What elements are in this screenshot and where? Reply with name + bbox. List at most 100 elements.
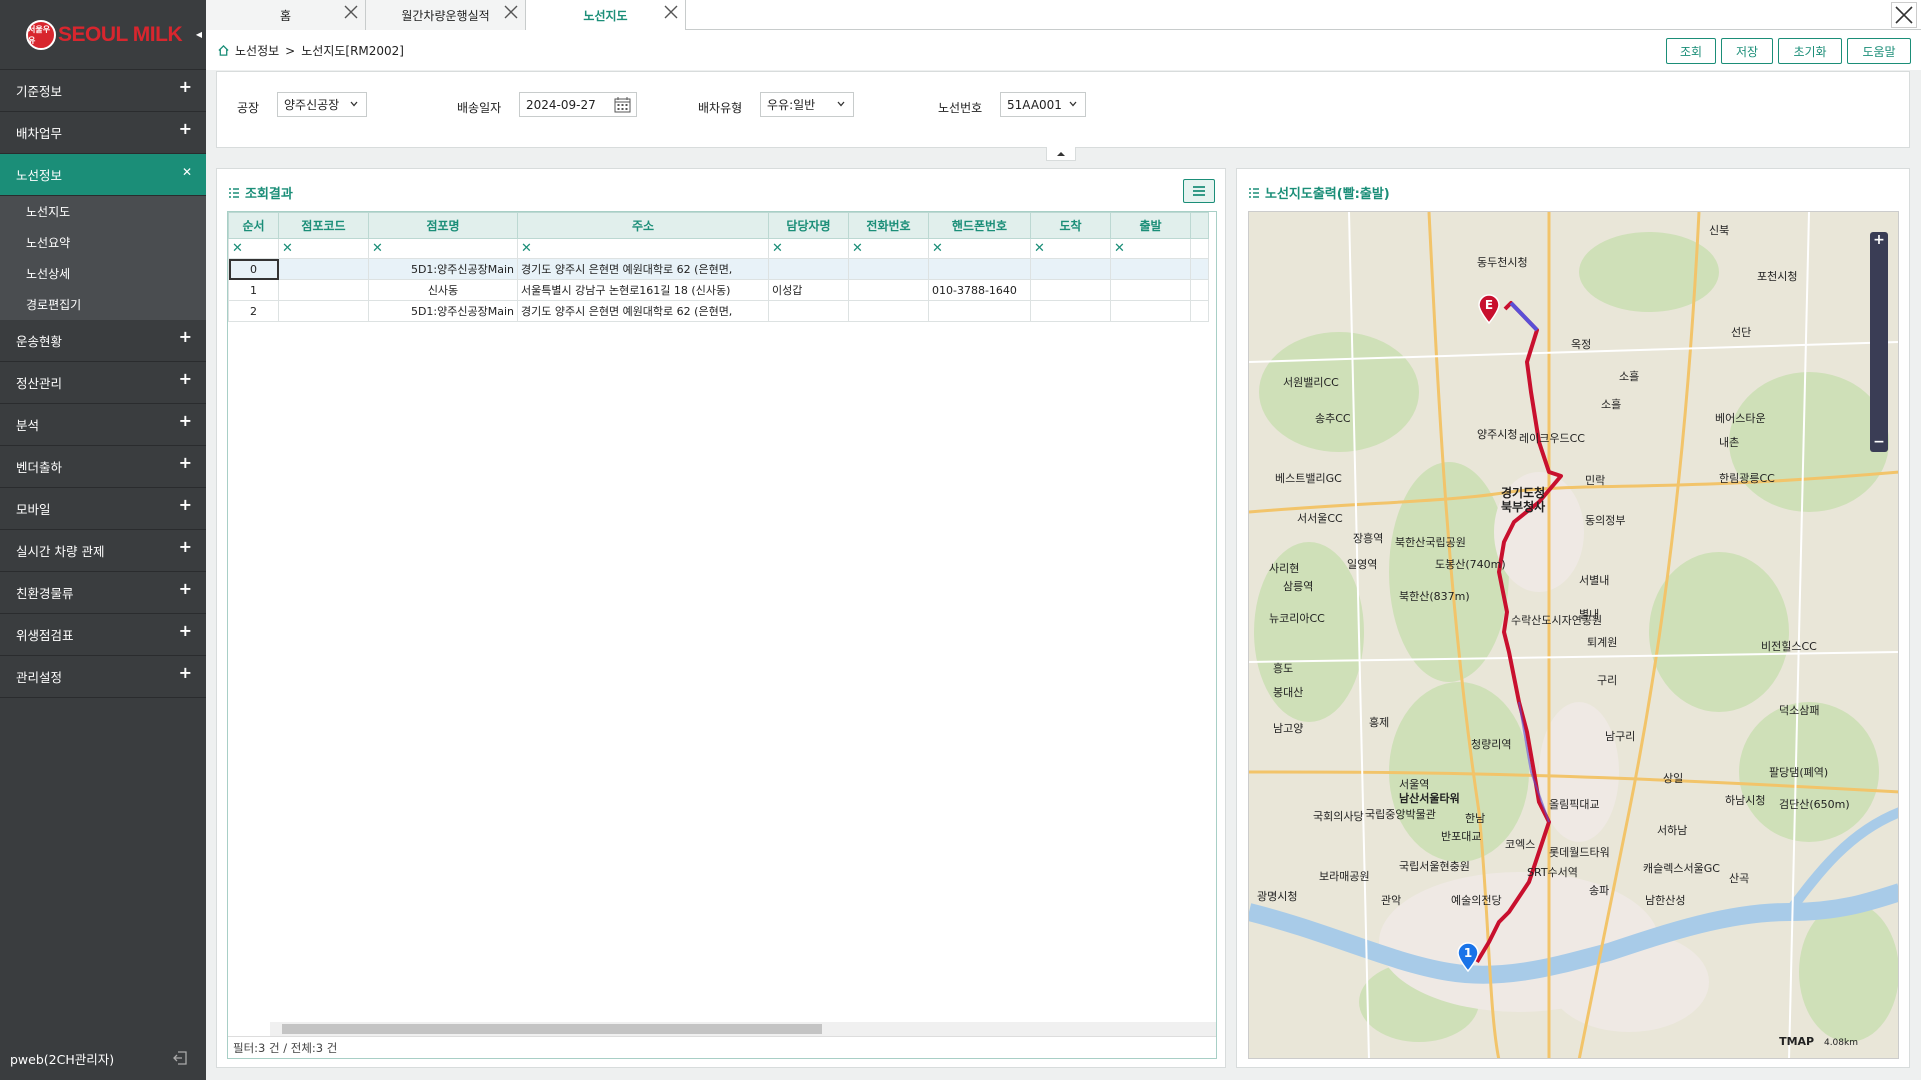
- zoom-out-button[interactable]: −: [1870, 434, 1888, 450]
- cell-address[interactable]: 경기도 양주시 은현면 예원대학로 62 (은현면,: [517, 300, 769, 322]
- table-row[interactable]: 0 5D1:양주신공장Main 경기도 양주시 은현면 예원대학로 62 (은현…: [228, 258, 1209, 280]
- filter-cell-manager[interactable]: ✕: [768, 238, 849, 259]
- help-button[interactable]: 도움말: [1847, 38, 1911, 64]
- map-zoom-control[interactable]: + −: [1870, 232, 1888, 452]
- filter-cell-seq[interactable]: ✕: [228, 238, 279, 259]
- route-map[interactable]: E 1 동두천시청 포천시청 신북 선단 옥정 소흘 서원밸리CC 송추CC 소…: [1248, 211, 1899, 1059]
- menu-item-base-info[interactable]: 기준정보 +: [0, 70, 206, 112]
- submenu-item-route-summary[interactable]: 노선요약: [0, 227, 206, 258]
- cell-departure[interactable]: [1110, 300, 1191, 322]
- menu-item-transport-status[interactable]: 운송현황 +: [0, 320, 206, 362]
- filter-cell-departure[interactable]: ✕: [1110, 238, 1191, 259]
- cell-mobile[interactable]: [928, 300, 1031, 322]
- submenu-item-route-map[interactable]: 노선지도: [0, 196, 206, 227]
- map-label: 국립중앙박물관: [1365, 808, 1436, 821]
- horizontal-scrollbar[interactable]: [270, 1022, 1216, 1036]
- zoom-in-button[interactable]: +: [1870, 232, 1888, 248]
- filter-cell-mobile[interactable]: ✕: [928, 238, 1031, 259]
- menu-item-mobile[interactable]: 모바일 +: [0, 488, 206, 530]
- map-label: 베어스타운: [1715, 412, 1766, 425]
- close-all-tabs-button[interactable]: [1891, 2, 1917, 28]
- cell-mobile[interactable]: 010-3788-1640: [928, 279, 1031, 301]
- data-grid[interactable]: 순서 점포코드 점포명 주소 담당자명 전화번호 핸드폰번호 도착 출발 ✕ ✕…: [227, 211, 1217, 1059]
- close-tab-icon[interactable]: [503, 4, 519, 20]
- delivery-date-input[interactable]: 2024-09-27: [519, 92, 637, 117]
- tab-monthly-vehicle[interactable]: 월간차량운행실적: [366, 0, 526, 30]
- home-icon[interactable]: [218, 45, 229, 56]
- menu-item-route-info[interactable]: 노선정보 ✕: [0, 154, 206, 196]
- filter-cell-store-name[interactable]: ✕: [368, 238, 518, 259]
- submenu-item-route-editor[interactable]: 경로편집기: [0, 289, 206, 320]
- filter-cell-phone[interactable]: ✕: [848, 238, 929, 259]
- start-marker[interactable]: 1: [1456, 942, 1480, 972]
- cell-phone[interactable]: [848, 279, 929, 301]
- menu-item-settlement[interactable]: 정산관리 +: [0, 362, 206, 404]
- cell-manager[interactable]: 이성갑: [768, 279, 849, 301]
- cell-seq[interactable]: 1: [228, 279, 279, 301]
- cell-store-code[interactable]: [278, 300, 369, 322]
- grid-options-button[interactable]: [1183, 179, 1215, 203]
- breadcrumb-parent[interactable]: 노선정보: [235, 42, 279, 59]
- save-button[interactable]: 저장: [1721, 38, 1773, 64]
- col-header-manager[interactable]: 담당자명: [768, 212, 849, 239]
- tab-home[interactable]: 홈: [206, 0, 366, 30]
- calendar-icon[interactable]: [614, 97, 631, 113]
- col-header-store-code[interactable]: 점포코드: [278, 212, 369, 239]
- col-header-arrival[interactable]: 도착: [1030, 212, 1111, 239]
- cell-seq[interactable]: 0: [228, 258, 279, 280]
- tab-route-map[interactable]: 노선지도: [526, 0, 686, 30]
- cell-arrival[interactable]: [1030, 258, 1111, 280]
- cell-store-name[interactable]: 5D1:양주신공장Main: [368, 258, 518, 280]
- search-button[interactable]: 조회: [1666, 38, 1716, 64]
- cell-departure[interactable]: [1110, 279, 1191, 301]
- cell-address[interactable]: 경기도 양주시 은현면 예원대학로 62 (은현면,: [517, 258, 769, 280]
- col-header-mobile[interactable]: 핸드폰번호: [928, 212, 1031, 239]
- map-label: 남구리: [1605, 730, 1636, 743]
- col-header-address[interactable]: 주소: [517, 212, 769, 239]
- brand-logo[interactable]: 서울우유 SEOUL MILK ◀: [0, 0, 206, 70]
- cell-address[interactable]: 서울특별시 강남구 논현로161길 18 (신사동): [517, 279, 769, 301]
- cell-mobile[interactable]: [928, 258, 1031, 280]
- table-row[interactable]: 2 5D1:양주신공장Main 경기도 양주시 은현면 예원대학로 62 (은현…: [228, 300, 1209, 322]
- menu-item-realtime-tracking[interactable]: 실시간 차량 관제 +: [0, 530, 206, 572]
- menu-item-admin-settings[interactable]: 관리설정 +: [0, 656, 206, 698]
- col-header-store-name[interactable]: 점포명: [368, 212, 518, 239]
- collapse-sidebar-icon[interactable]: ◀: [196, 30, 202, 39]
- cell-store-name[interactable]: 5D1:양주신공장Main: [368, 300, 518, 322]
- cell-store-name[interactable]: 신사동: [368, 279, 518, 301]
- menu-item-analysis[interactable]: 분석 +: [0, 404, 206, 446]
- factory-select[interactable]: 양주신공장: [277, 92, 367, 117]
- menu-item-dispatch[interactable]: 배차업무 +: [0, 112, 206, 154]
- col-header-departure[interactable]: 출발: [1110, 212, 1191, 239]
- menu-item-vendor-shipping[interactable]: 벤더출하 +: [0, 446, 206, 488]
- route-number-select[interactable]: 51AA001: [1000, 92, 1086, 117]
- close-tab-icon[interactable]: [663, 4, 679, 20]
- menu-item-hygiene[interactable]: 위생점검표 +: [0, 614, 206, 656]
- submenu-item-route-detail[interactable]: 노선상세: [0, 258, 206, 289]
- col-header-phone[interactable]: 전화번호: [848, 212, 929, 239]
- end-marker[interactable]: E: [1477, 294, 1501, 324]
- cell-store-code[interactable]: [278, 279, 369, 301]
- cell-arrival[interactable]: [1030, 279, 1111, 301]
- cell-arrival[interactable]: [1030, 300, 1111, 322]
- scrollbar-thumb[interactable]: [282, 1024, 822, 1034]
- cell-phone[interactable]: [848, 300, 929, 322]
- filter-cell-arrival[interactable]: ✕: [1030, 238, 1111, 259]
- cell-store-code[interactable]: [278, 258, 369, 280]
- map-label: SRT수서역: [1527, 866, 1578, 879]
- filter-cell-store-code[interactable]: ✕: [278, 238, 369, 259]
- logout-icon[interactable]: [172, 1050, 188, 1066]
- dispatch-type-select[interactable]: 우유:일반: [760, 92, 854, 117]
- cell-manager[interactable]: [768, 300, 849, 322]
- cell-manager[interactable]: [768, 258, 849, 280]
- reset-button[interactable]: 초기화: [1778, 38, 1842, 64]
- filter-cell-address[interactable]: ✕: [517, 238, 769, 259]
- cell-phone[interactable]: [848, 258, 929, 280]
- table-row[interactable]: 1 신사동 서울특별시 강남구 논현로161길 18 (신사동) 이성갑 010…: [228, 279, 1209, 301]
- cell-departure[interactable]: [1110, 258, 1191, 280]
- cell-seq[interactable]: 2: [228, 300, 279, 322]
- menu-item-eco-logistics[interactable]: 친환경물류 +: [0, 572, 206, 614]
- collapse-filter-button[interactable]: [1046, 147, 1076, 161]
- close-tab-icon[interactable]: [343, 4, 359, 20]
- col-header-seq[interactable]: 순서: [228, 212, 279, 239]
